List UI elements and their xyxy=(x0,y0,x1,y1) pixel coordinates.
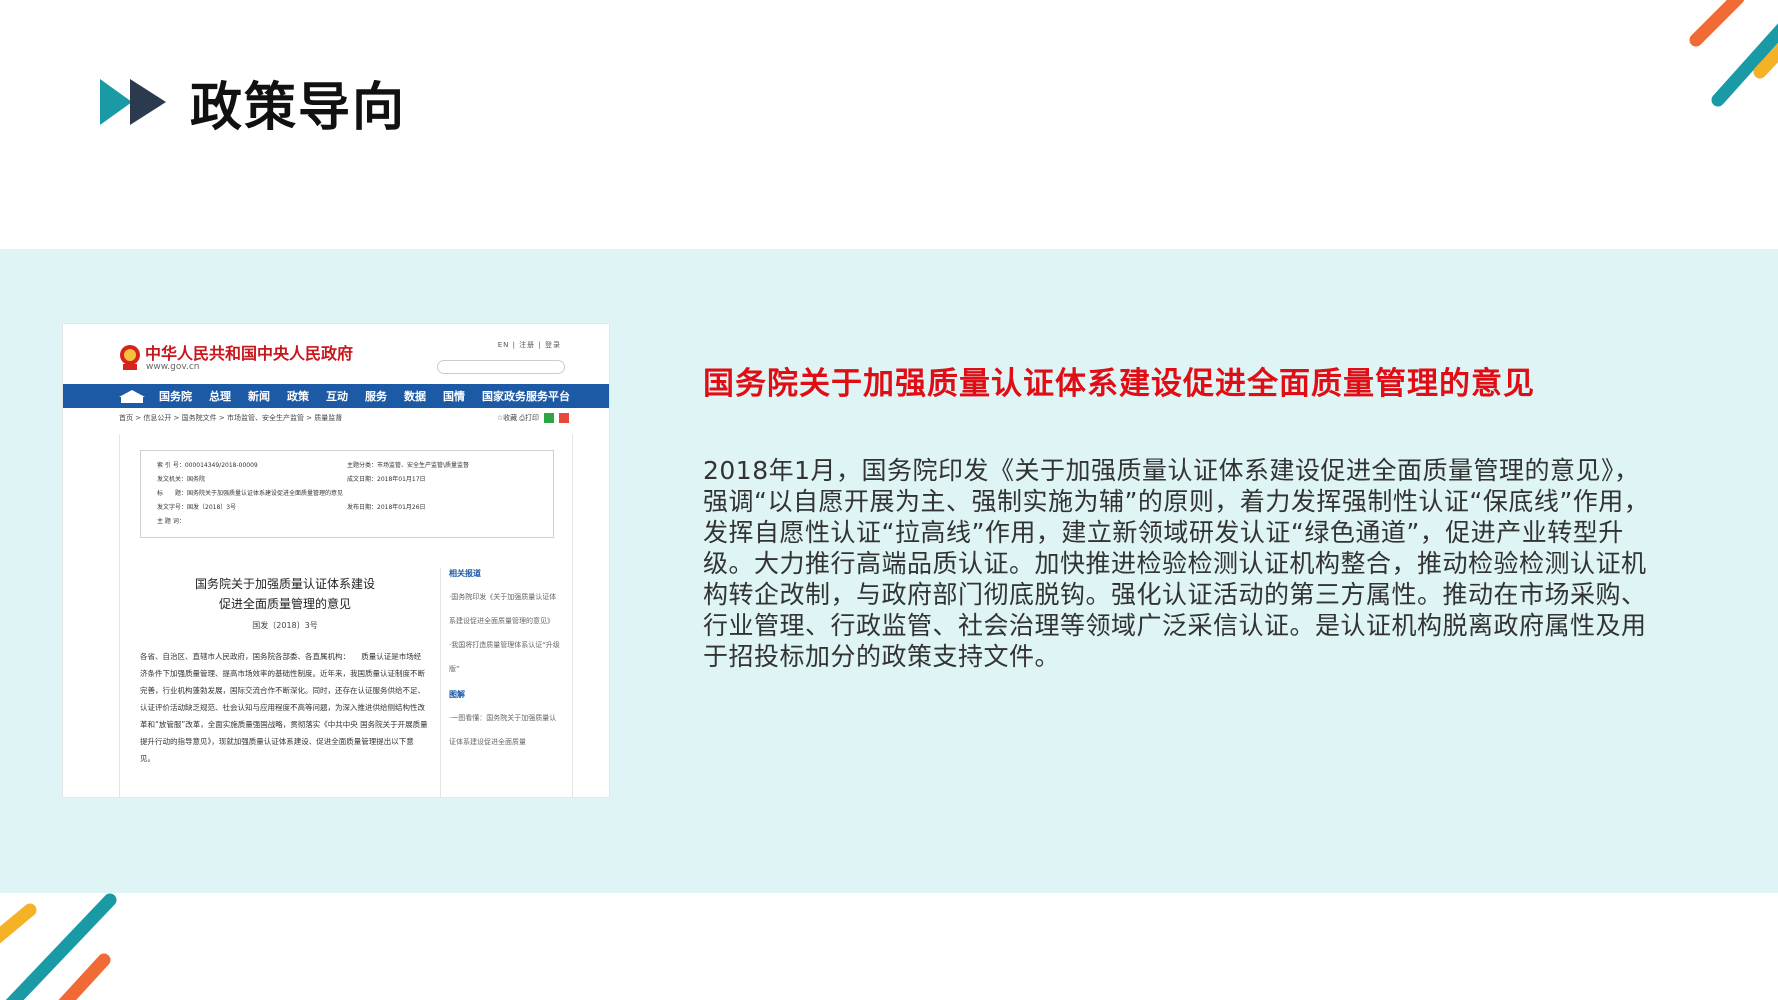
related-sidebar: 相关报道 ·国务院印发《关于加强质量认证体系建设促进全面质量管理的意见》 ·我国… xyxy=(440,568,560,797)
nav-item-guowuyuan: 国务院 xyxy=(159,390,192,403)
document-title: 国务院关于加强质量认证体系建设 促进全面质量管理的意见 xyxy=(180,574,390,614)
breadcrumb: 首页 > 信息公开 > 国务院文件 > 市场监管、安全生产监管 > 质量监督 xyxy=(119,414,343,422)
nav-item-zhengce: 政策 xyxy=(287,390,309,403)
policy-heading: 国务院关于加强质量认证体系建设促进全面质量管理的意见 xyxy=(703,366,1535,402)
gov-website-screenshot: 中华人民共和国中央人民政府 www.gov.cn EN | 注册 | 登录 国务… xyxy=(62,323,610,798)
nav-item-shuju: 数据 xyxy=(404,390,426,403)
article-area: 索 引 号：000014349/2018-00009 发文机关：国务院 标 题：… xyxy=(119,434,573,797)
document-body: 各省、自治区、直辖市人民政府，国务院各部委、各直属机构： 质量认证是市场经济条件… xyxy=(140,652,428,763)
related-item: ·我国将打造质量管理体系认证“升级版” xyxy=(449,641,560,673)
graphic-heading: 图解 xyxy=(449,690,465,699)
page-title: 政策导向 xyxy=(190,77,407,138)
national-emblem-icon xyxy=(120,345,140,370)
policy-body: 2018年1月，国务院印发《关于加强质量认证体系建设促进全面质量管理的意见》，强… xyxy=(703,456,1650,671)
meta-category: 主题分类：市场监管、安全生产监管\质量监督 xyxy=(347,462,470,469)
search-input xyxy=(437,360,565,374)
site-name: 中华人民共和国中央人民政府 xyxy=(145,344,354,363)
nav-item-hudong: 互动 xyxy=(326,390,348,403)
document-title-line2: 促进全面质量管理的意见 xyxy=(218,597,351,611)
site-header: 中华人民共和国中央人民政府 www.gov.cn EN | 注册 | 登录 xyxy=(63,324,609,384)
related-item: ·国务院印发《关于加强质量认证体系建设促进全面质量管理的意见》 xyxy=(449,593,557,625)
nav-item-fuwu: 服务 xyxy=(365,390,387,403)
slide-title-group: 政策导向 xyxy=(100,62,406,142)
double-arrow-icon xyxy=(100,79,170,125)
document-title-line1: 国务院关于加强质量认证体系建设 xyxy=(194,577,375,591)
top-links: EN | 注册 | 登录 xyxy=(497,341,561,349)
meta-written-date: 成文日期：2018年01月17日 xyxy=(347,476,426,483)
meta-keywords: 主 题 词： xyxy=(157,518,185,525)
nav-item-xinwen: 新闻 xyxy=(248,390,270,403)
tiananmen-icon xyxy=(119,390,145,403)
site-nav: 国务院 总理 新闻 政策 互动 服务 数据 国情 国家政务服务平台 xyxy=(63,384,609,408)
nav-item-guoqing: 国情 xyxy=(443,390,465,403)
related-heading: 相关报道 xyxy=(449,569,481,578)
site-url: www.gov.cn xyxy=(146,362,200,372)
wechat-share-icon xyxy=(544,413,554,423)
graphic-item: ·一图看懂：国务院关于加强质量认证体系建设促进全面质量 xyxy=(449,714,557,746)
document-number: 国发〔2018〕3号 xyxy=(252,621,318,630)
meta-publish-date: 发布日期：2018年01月26日 xyxy=(347,504,426,511)
article-tools: ☆收藏 ⎙打印 xyxy=(497,413,569,423)
nav-item-platform: 国家政务服务平台 xyxy=(482,390,570,403)
decorative-stripes-bottom-left xyxy=(0,893,117,1000)
breadcrumb-row: 首页 > 信息公开 > 国务院文件 > 市场监管、安全生产监管 > 质量监督 ☆… xyxy=(63,408,609,428)
metadata-column-2: 主题分类：市场监管、安全生产监管\质量监督 成文日期：2018年01月17日 发… xyxy=(347,459,469,515)
metadata-box: 索 引 号：000014349/2018-00009 发文机关：国务院 标 题：… xyxy=(140,450,554,538)
weibo-share-icon xyxy=(559,413,569,423)
decorative-stripes-top-right xyxy=(1689,0,1778,107)
tools-label: ☆收藏 ⎙打印 xyxy=(496,414,539,422)
nav-item-zongli: 总理 xyxy=(209,390,231,403)
